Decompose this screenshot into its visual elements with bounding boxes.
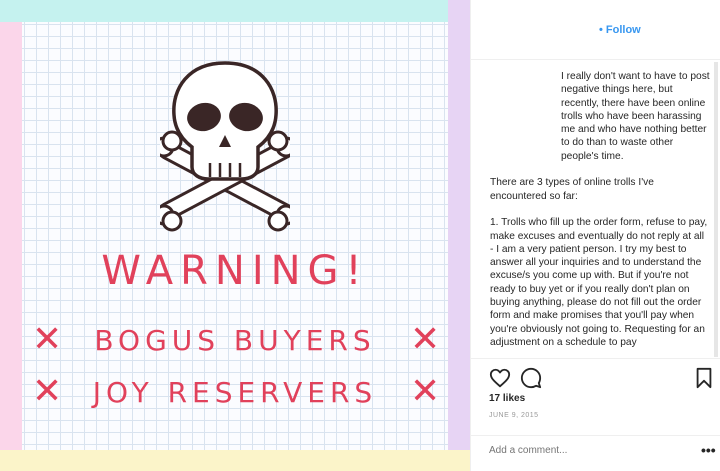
heart-icon[interactable] [489,367,511,389]
caption-paragraph: There are 3 types of online trolls I've … [490,177,654,202]
follow-button[interactable]: • Follow [599,24,641,36]
warning-line-text: BOGUS BUYERS [94,323,376,357]
post-actions: 17 likes JUNE 9, 2015 ••• [471,358,720,471]
post-image: WARNING! ✕ BOGUS BUYERS ✕ ✕ JOY RESERVER… [0,0,470,471]
warning-line-text: JOY RESERVERS [92,375,378,409]
comment-row: ••• [471,435,720,471]
more-icon[interactable]: ••• [701,442,716,458]
image-right-band [448,0,470,471]
post-caption: I really don't want to have to post nega… [490,70,710,355]
x-mark-icon: ✕ [410,319,441,360]
x-mark-icon: ✕ [32,319,63,360]
post-header: • Follow [471,0,720,60]
image-top-band [0,0,470,22]
bookmark-icon[interactable] [695,367,713,389]
skull-crossbones-icon [160,61,290,232]
caption-scrollbar[interactable] [714,62,718,357]
caption-paragraph: I really don't want to have to post nega… [561,71,710,162]
like-count[interactable]: 17 likes [489,393,525,404]
x-mark-icon: ✕ [410,371,441,412]
image-bottom-band [0,450,470,471]
warning-title: WARNING! [101,248,369,294]
comment-input[interactable] [489,445,679,456]
caption-paragraph: 1. Trolls who fill up the order form, re… [490,217,708,348]
image-left-band [0,22,22,452]
post-date: JUNE 9, 2015 [489,412,539,419]
x-mark-icon: ✕ [32,371,63,412]
post-sidebar: • Follow I really don't want to have to … [470,0,720,471]
warning-line-bogus-buyers: ✕ BOGUS BUYERS ✕ [32,319,441,360]
warning-line-joy-reservers: ✕ JOY RESERVERS ✕ [32,371,441,412]
comment-icon[interactable] [520,367,542,389]
